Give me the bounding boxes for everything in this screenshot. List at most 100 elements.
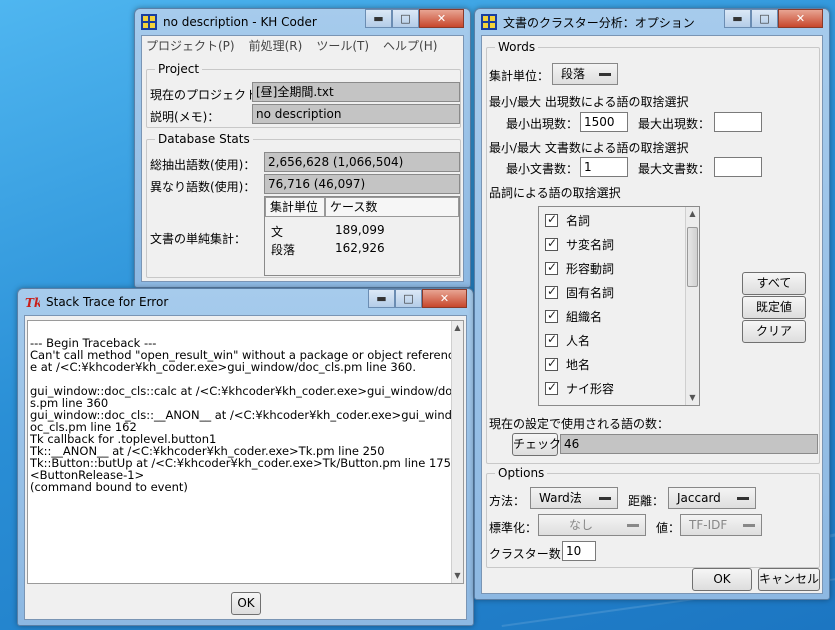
scrollbar-thumb[interactable] <box>687 227 698 287</box>
table-row-unit: 段落 <box>271 243 296 257</box>
dropdown-icon <box>743 524 755 527</box>
ok-button[interactable]: OK <box>231 592 261 615</box>
clusters-input[interactable]: 10 <box>562 541 596 561</box>
kh-coder-window: no description - KH Coder ▬ □ ✕ プロジェクト(P… <box>134 8 471 288</box>
project-legend: Project <box>158 62 200 76</box>
min-freq-label: 最小出現数： <box>506 117 579 131</box>
min-freq-input[interactable]: 1500 <box>580 112 628 132</box>
kh-coder-titlebar[interactable]: no description - KH Coder ▬ □ ✕ <box>141 9 464 35</box>
scroll-down-icon[interactable]: ▼ <box>686 391 699 405</box>
default-button[interactable]: 既定値 <box>742 296 806 319</box>
traceback-scrollbar[interactable]: ▲ ▼ <box>451 321 463 583</box>
value-label: 値： <box>656 521 681 535</box>
min-doc-label: 最小文書数： <box>506 162 579 176</box>
menu-tools[interactable]: ツール(T) <box>316 37 369 54</box>
table-header-count[interactable]: ケース数 <box>325 197 459 217</box>
pos-heading: 品詞による語の取捨選択 <box>489 186 621 200</box>
checkbox-checked-icon[interactable] <box>545 308 558 323</box>
menu-project[interactable]: プロジェクト(P) <box>146 37 235 54</box>
pos-item[interactable]: 組織名 <box>545 307 602 325</box>
stack-trace-window: Tk Stack Trace for Error ▬ □ ✕ --- Begin… <box>17 288 474 626</box>
stack-trace-client: --- Begin Traceback --- Can't call metho… <box>24 315 467 620</box>
stack-trace-titlebar[interactable]: Tk Stack Trace for Error ▬ □ ✕ <box>24 289 467 315</box>
window-title: Stack Trace for Error <box>46 295 169 309</box>
pos-item[interactable]: 地名 <box>545 355 590 373</box>
pos-item[interactable]: ナイ形容 <box>545 379 614 397</box>
cancel-button[interactable]: キャンセル <box>758 568 820 591</box>
checkbox-checked-icon[interactable] <box>545 212 558 227</box>
table-row-count: 189,099 <box>335 223 385 237</box>
minimize-button[interactable]: ▬ <box>365 9 392 28</box>
close-button[interactable]: ✕ <box>422 289 467 308</box>
value-select-value: TF-IDF <box>689 518 728 532</box>
unit-select-value: 段落 <box>561 67 586 81</box>
close-button[interactable]: ✕ <box>419 9 464 28</box>
dropdown-icon <box>737 497 749 500</box>
clusters-label: クラスター数： <box>489 547 573 561</box>
scroll-down-icon[interactable]: ▼ <box>452 569 463 583</box>
table-header-unit[interactable]: 集計単位 <box>265 197 325 217</box>
pos-item-label: 名詞 <box>566 213 591 228</box>
maximize-button[interactable]: □ <box>392 9 419 28</box>
min-doc-input[interactable]: 1 <box>580 157 628 177</box>
distance-select-value: Jaccard <box>677 491 721 505</box>
ok-button[interactable]: OK <box>692 568 752 591</box>
method-select-value: Ward法 <box>539 491 582 505</box>
scroll-up-icon[interactable]: ▲ <box>452 321 463 335</box>
standardize-select[interactable]: なし <box>538 514 646 536</box>
maximize-button[interactable]: □ <box>751 9 778 28</box>
pos-item-label: 固有名詞 <box>566 285 615 300</box>
distance-select[interactable]: Jaccard <box>668 487 756 509</box>
distinct-words-field: 76,716 (46,097) <box>264 174 460 194</box>
tk-icon: Tk <box>25 296 40 310</box>
checkbox-checked-icon[interactable] <box>545 236 558 251</box>
description-field: no description <box>252 104 460 124</box>
maximize-button[interactable]: □ <box>395 289 422 308</box>
clear-button[interactable]: クリア <box>742 320 806 343</box>
dropdown-icon <box>599 497 611 500</box>
pos-item-label: サ変名詞 <box>566 237 615 252</box>
checkbox-checked-icon[interactable] <box>545 380 558 395</box>
traceback-content: --- Begin Traceback --- Can't call metho… <box>30 336 464 494</box>
checkbox-checked-icon[interactable] <box>545 356 558 371</box>
pos-item-label: ナイ形容 <box>566 381 615 396</box>
pos-list: 名詞 サ変名詞 形容動詞 固有名詞 組織名 人名 地名 ナイ形容 ▲ ▼ <box>538 206 700 406</box>
window-title: no description - KH Coder <box>163 15 317 29</box>
cluster-options-client: Words 集計単位： 段落 最小/最大 出現数による語の取捨選択 最小出現数：… <box>481 35 823 594</box>
checkbox-checked-icon[interactable] <box>545 332 558 347</box>
pos-item[interactable]: 形容動詞 <box>545 259 614 277</box>
minimize-button[interactable]: ▬ <box>724 9 751 28</box>
table-row-count: 162,926 <box>335 241 385 255</box>
pos-item-label: 組織名 <box>566 309 603 324</box>
cluster-options-titlebar[interactable]: 文書のクラスター分析：オプション ▬ □ ✕ <box>481 9 823 35</box>
pos-item[interactable]: 人名 <box>545 331 590 349</box>
database-stats-legend: Database Stats <box>158 132 250 146</box>
cluster-options-window: 文書のクラスター分析：オプション ▬ □ ✕ Words 集計単位： 段落 最小… <box>474 8 830 600</box>
doc-heading: 最小/最大 文書数による語の取捨選択 <box>489 141 689 155</box>
traceback-text[interactable]: --- Begin Traceback --- Can't call metho… <box>27 320 464 584</box>
standardize-label: 標準化： <box>489 521 538 535</box>
pos-list-scrollbar[interactable]: ▲ ▼ <box>685 207 699 405</box>
pos-item[interactable]: 固有名詞 <box>545 283 614 301</box>
kh-coder-app-icon <box>141 14 157 30</box>
unit-select[interactable]: 段落 <box>552 63 618 85</box>
max-doc-input[interactable] <box>714 157 762 177</box>
value-select[interactable]: TF-IDF <box>680 514 762 536</box>
close-button[interactable]: ✕ <box>778 9 823 28</box>
scroll-up-icon[interactable]: ▲ <box>686 207 699 221</box>
check-button[interactable]: チェック <box>512 433 561 456</box>
menu-preprocess[interactable]: 前処理(R) <box>249 37 303 54</box>
checkbox-checked-icon[interactable] <box>545 260 558 275</box>
pos-item[interactable]: 名詞 <box>545 211 590 229</box>
max-freq-input[interactable] <box>714 112 762 132</box>
menu-help[interactable]: ヘルプ(H) <box>383 37 437 54</box>
checkbox-checked-icon[interactable] <box>545 284 558 299</box>
method-select[interactable]: Ward法 <box>530 487 618 509</box>
word-count-label: 現在の設定で使用される語の数： <box>489 417 670 431</box>
select-all-button[interactable]: すべて <box>742 272 806 295</box>
minimize-button[interactable]: ▬ <box>368 289 395 308</box>
pos-item[interactable]: サ変名詞 <box>545 235 614 253</box>
window-title: 文書のクラスター分析：オプション <box>503 15 695 30</box>
standardize-select-value: なし <box>569 518 594 532</box>
description-label: 説明(メモ)： <box>150 110 220 124</box>
